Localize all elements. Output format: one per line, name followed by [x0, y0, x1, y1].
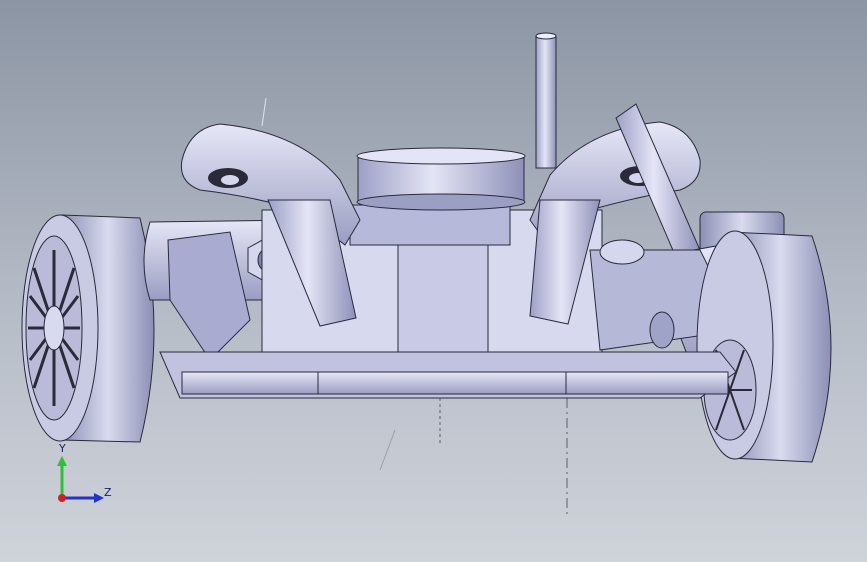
left-wheel[interactable] [21, 214, 155, 443]
chassis-base-plate[interactable] [159, 351, 737, 399]
right-wheel[interactable] [696, 230, 832, 463]
coordinate-triad: Y Z [40, 438, 130, 518]
cad-model-view[interactable] [0, 0, 867, 562]
top-cylinder[interactable] [356, 147, 526, 211]
x-axis-dot [58, 494, 66, 502]
vertical-rod[interactable] [535, 32, 557, 169]
z-axis-label: Z [104, 486, 112, 499]
triad-axes [57, 456, 104, 503]
graphics-viewport[interactable]: Y Z [0, 0, 867, 562]
y-axis-label: Y [59, 442, 66, 455]
